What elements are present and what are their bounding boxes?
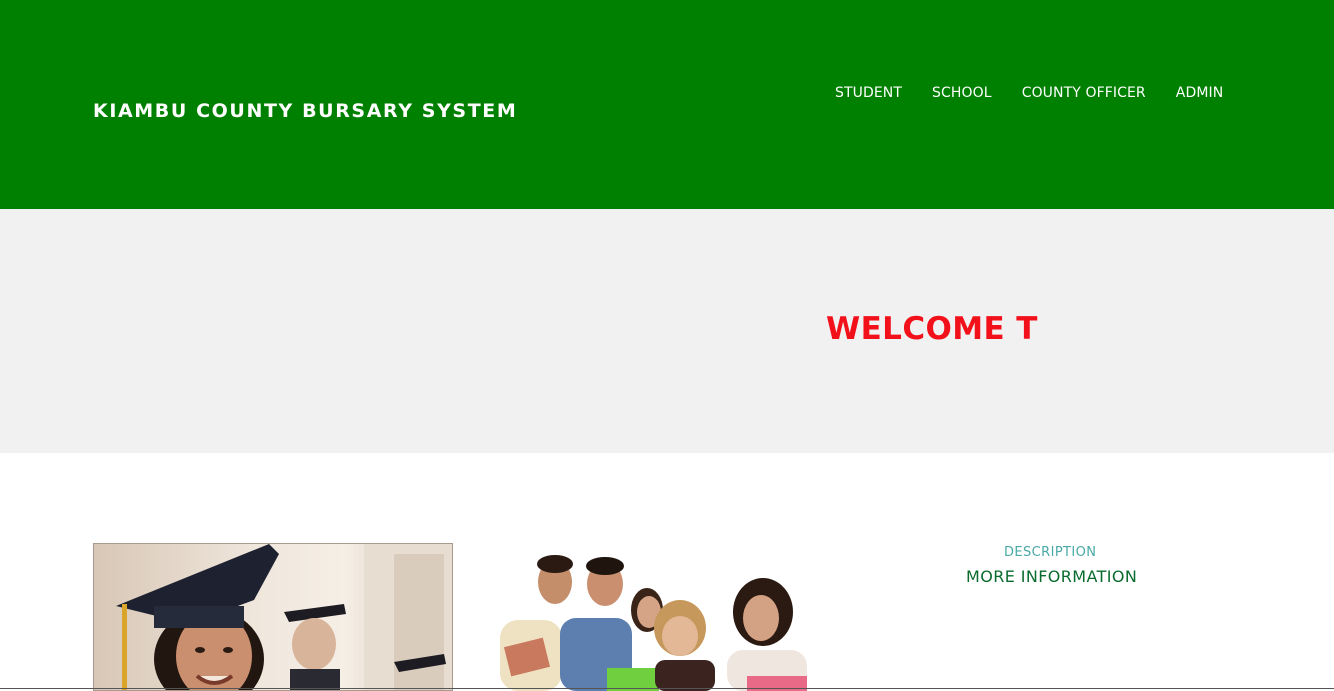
welcome-marquee: WELCOME TO KIAMBU COUNTY BURSARY SYSTEM [826, 309, 1038, 357]
welcome-text: WELCOME TO KIAMBU COUNTY BURSARY SYSTEM [826, 311, 1038, 347]
page-divider [0, 688, 1334, 689]
description-label: DESCRIPTION [1004, 545, 1097, 560]
nav-county-officer[interactable]: COUNTY OFFICER [1022, 84, 1146, 102]
nav-admin[interactable]: ADMIN [1176, 84, 1224, 102]
site-header: KIAMBU COUNTY BURSARY SYSTEM STUDENT SCH… [0, 0, 1334, 209]
graduate-image [116, 544, 452, 690]
students-group-photo [495, 550, 835, 691]
more-information-link[interactable]: MORE INFORMATION [966, 567, 1137, 586]
students-image [500, 555, 807, 691]
site-brand[interactable]: KIAMBU COUNTY BURSARY SYSTEM [93, 100, 517, 122]
hero-banner: WELCOME TO KIAMBU COUNTY BURSARY SYSTEM [0, 209, 1334, 453]
nav-student[interactable]: STUDENT [835, 84, 902, 102]
graduate-photo [93, 543, 453, 691]
nav-school[interactable]: SCHOOL [932, 84, 992, 102]
main-nav: STUDENT SCHOOL COUNTY OFFICER ADMIN [835, 84, 1223, 102]
